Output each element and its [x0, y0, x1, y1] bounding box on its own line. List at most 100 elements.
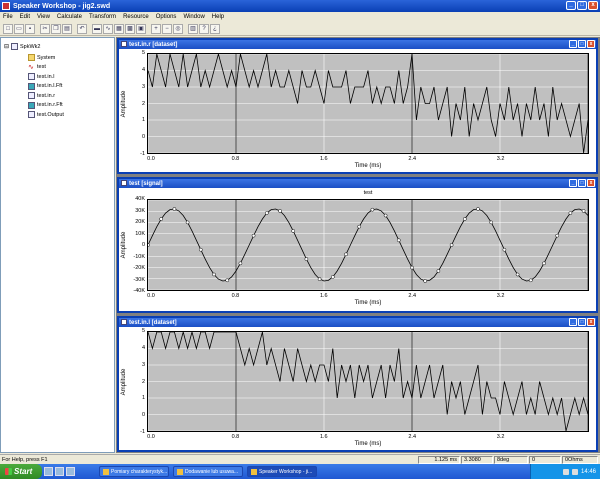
x-tick-label: 1.6 [319, 293, 328, 299]
quick-launch-media-icon[interactable] [66, 467, 75, 476]
chart-window-title: test [signal] [129, 180, 163, 187]
y-tick-label: 40K [135, 196, 145, 202]
close-button[interactable]: x [588, 1, 598, 10]
whats-this-icon[interactable]: ¿ [210, 23, 220, 34]
taskbar-button[interactable]: Pomiary charakterystyk... [99, 466, 169, 477]
undo-icon[interactable]: ↶ [77, 23, 87, 34]
chart-icon[interactable]: ▦ [114, 23, 124, 34]
tree-item-test[interactable]: ∿ test [28, 64, 46, 71]
tree-item-test-output[interactable]: test.Output [28, 111, 64, 118]
toolbar: □ ▭ ▪ ✂ ❐ ▤ ↶ ▬ ∿ ▦ ▩ ▣ + − ◎ ▥? ¿ [0, 22, 600, 36]
child-maximize-button[interactable]: □ [578, 40, 586, 48]
child-minimize-button[interactable]: _ [569, 179, 577, 187]
chart-window-title-bar[interactable]: test.in.l [dataset] _ □ x [119, 318, 596, 327]
status-help-text: For Help, press F1 [2, 457, 48, 463]
y-tick-label: 1 [141, 395, 145, 402]
tree-item-label: test.in.r.Fft [37, 102, 63, 108]
zoom-out-icon[interactable]: − [162, 23, 172, 34]
plot-area[interactable] [147, 199, 589, 291]
x-tick-label: 3.2 [496, 434, 505, 440]
plot-area[interactable] [147, 331, 589, 432]
new-icon[interactable]: □ [3, 23, 13, 34]
tree-root[interactable]: SpkWk2 [11, 43, 40, 50]
child-close-button[interactable]: x [587, 318, 595, 326]
menu-transform[interactable]: Transform [89, 14, 116, 20]
cut-icon[interactable]: ✂ [40, 23, 50, 34]
menu-calculate[interactable]: Calculate [57, 14, 82, 20]
maximize-button[interactable]: □ [577, 1, 587, 10]
wave-icon: ∿ [28, 63, 34, 71]
child-minimize-button[interactable]: _ [569, 318, 577, 326]
menu-options[interactable]: Options [156, 14, 177, 20]
zoom-in-icon[interactable]: + [151, 23, 161, 34]
y-tick-label: 4 [141, 344, 145, 351]
chart-window-1[interactable]: test.in.r [dataset] _ □ x 5 4 3 2 1 0 -1 0.0 0.8 1.6 2… [117, 38, 598, 174]
tree-item-test-in-r-fft[interactable]: test.in.r.Fft [28, 101, 63, 109]
menu-file[interactable]: File [3, 14, 13, 20]
minimize-button[interactable]: _ [566, 1, 576, 10]
y-tick-label: 5 [141, 50, 145, 56]
fft-icon [28, 101, 35, 109]
chart-window-title: test.in.l [dataset] [129, 319, 177, 326]
data-point [304, 257, 309, 261]
copy-icon[interactable]: ❐ [51, 23, 61, 34]
tree-item-system[interactable]: System [28, 54, 55, 61]
menu-resource[interactable]: Resource [123, 14, 149, 20]
start-button[interactable]: Start [0, 464, 42, 479]
print-icon[interactable]: ▥ [188, 23, 198, 34]
tray-network-icon[interactable] [562, 468, 569, 475]
tray-volume-icon[interactable] [571, 468, 578, 475]
child-maximize-button[interactable]: □ [578, 179, 586, 187]
tree-item-test-in-l[interactable]: test.in.l [28, 73, 54, 80]
project-tree[interactable]: ⊟ SpkWk2 System ∿ test test.in.l test.in.l.Fft… [0, 37, 115, 453]
paste-icon[interactable]: ▤ [62, 23, 72, 34]
menu-view[interactable]: View [37, 14, 50, 20]
data-point [515, 272, 520, 277]
taskbar-button-label: Pomiary charakterystyk... [111, 468, 168, 475]
data-point [396, 238, 401, 243]
data-point [185, 220, 190, 225]
open-icon[interactable]: ▭ [14, 23, 24, 34]
chart-window-title-bar[interactable]: test.in.r [dataset] _ □ x [119, 40, 596, 49]
x-axis-label: Time (ms) [354, 163, 382, 169]
tree-item-test-in-l-fft[interactable]: test.in.l.Fft [28, 82, 62, 90]
child-maximize-button[interactable]: □ [578, 318, 586, 326]
x-tick-label: 0.8 [231, 293, 240, 299]
grid-icon[interactable]: ▩ [125, 23, 135, 34]
quick-launch-ie-icon[interactable] [44, 467, 53, 476]
taskbar-button[interactable]: Speaker Workshop - ji... [247, 466, 317, 477]
child-close-button[interactable]: x [587, 179, 595, 187]
menu-window[interactable]: Window [183, 14, 204, 20]
project-icon [11, 43, 18, 50]
y-tick-label: 2 [141, 378, 145, 385]
data-point [212, 272, 216, 277]
taskbar-button[interactable]: Dodawanie lub usuwa... [173, 466, 243, 477]
dataset-icon [28, 92, 35, 99]
help-icon[interactable]: ? [199, 23, 209, 34]
tree-item-label: test.in.l [37, 73, 55, 80]
data-point [489, 220, 494, 225]
menu-edit[interactable]: Edit [20, 14, 30, 20]
tree-collapse-toggle[interactable]: ⊟ [4, 43, 9, 50]
save-icon[interactable]: ▪ [25, 23, 35, 34]
data-point [410, 265, 414, 270]
taskbar-button-label: Dodawanie lub usuwa... [185, 468, 239, 475]
chart-window-2[interactable]: test [signal] _ □ x 40K 30K 20K 10K 0 -10K -20K -30… [117, 177, 598, 313]
tree-item-label: SpkWk2 [20, 43, 41, 50]
chart-window-title-bar[interactable]: test [signal] _ □ x [119, 179, 596, 188]
chart-window-3[interactable]: test.in.l [dataset] _ □ x 5 4 3 2 1 0 -1 0.0 0.8 1.6 2… [117, 316, 598, 452]
signal-icon[interactable]: ∿ [103, 23, 113, 34]
data-point [344, 252, 348, 257]
quick-launch-desktop-icon[interactable] [55, 467, 64, 476]
child-minimize-button[interactable]: _ [569, 40, 577, 48]
zoom-fit-icon[interactable]: ◎ [173, 23, 183, 34]
x-tick-label: 2.4 [408, 434, 417, 440]
data-point [264, 211, 269, 215]
tree-item-test-in-r[interactable]: test.in.r [28, 92, 55, 99]
folder-icon[interactable]: ▬ [92, 23, 102, 34]
plot-area[interactable] [147, 53, 589, 154]
view-icon[interactable]: ▣ [136, 23, 146, 34]
y-tick-label: 2 [141, 100, 145, 107]
child-close-button[interactable]: x [587, 40, 595, 48]
menu-help[interactable]: Help [212, 14, 224, 20]
